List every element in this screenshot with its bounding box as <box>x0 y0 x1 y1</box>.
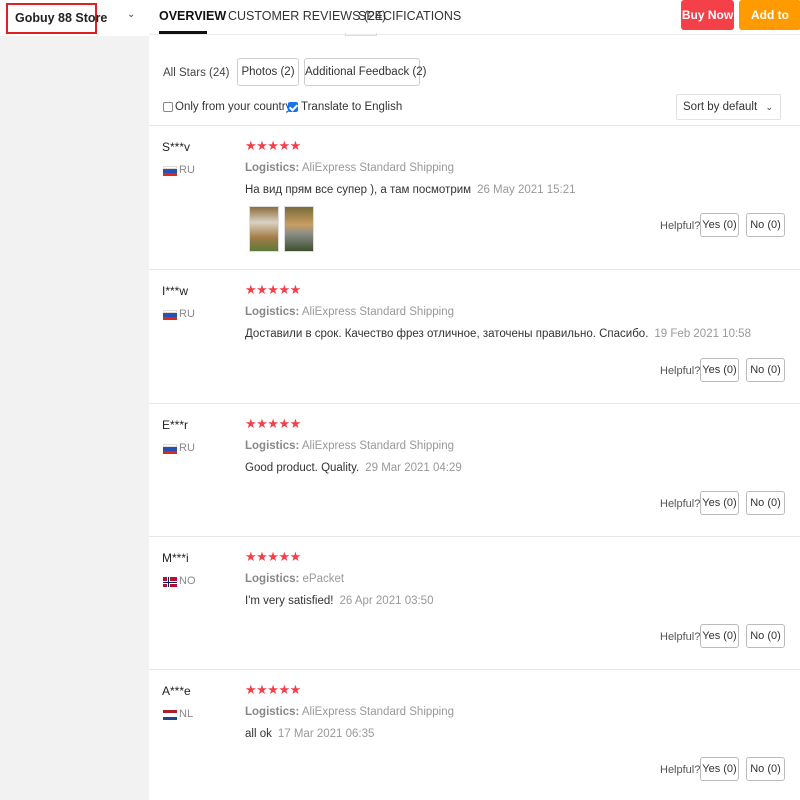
flag-ru-icon <box>163 444 177 454</box>
star-rating: ★★★★★ <box>245 138 301 153</box>
star-rating: ★★★★★ <box>245 682 301 697</box>
review-date: 17 Mar 2021 06:35 <box>277 728 375 740</box>
review-filters: All Stars (24) ⌄ Photos (2) Additional F… <box>149 56 800 88</box>
review-item: M***i NO ★★★★★ Logistics: ePacket I'm ve… <box>149 537 800 670</box>
left-sidebar: Gobuy 88 Store ⌄ <box>0 0 149 800</box>
review-body: Good product. Quality. <box>245 462 360 474</box>
review-text: Good product. Quality. 29 Mar 2021 04:29 <box>245 462 462 474</box>
logistics-label: Logistics: <box>245 162 300 174</box>
helpful-label: Helpful? <box>660 220 701 232</box>
sort-value: Sort by default <box>683 101 758 113</box>
reviewer-country: RU <box>179 442 195 454</box>
logistics-info: Logistics: AliExpress Standard Shipping <box>245 440 454 452</box>
chevron-down-icon: ⌄ <box>765 102 773 112</box>
logistics-label: Logistics: <box>245 573 300 585</box>
helpful-yes-button[interactable]: Yes (0) <box>700 491 739 515</box>
review-photo-thumbnail[interactable] <box>284 206 314 252</box>
review-item: A***e NL ★★★★★ Logistics: AliExpress Sta… <box>149 670 800 800</box>
translate-label[interactable]: Translate to English <box>301 101 402 113</box>
flag-ru-icon <box>163 310 177 320</box>
reviewer-name: E***r <box>162 418 189 432</box>
review-photo-thumbnail[interactable] <box>249 206 279 252</box>
helpful-no-button[interactable]: No (0) <box>746 757 785 781</box>
only-country-label[interactable]: Only from your country <box>175 101 291 113</box>
helpful-label: Helpful? <box>660 631 701 643</box>
review-options: Only from your country Translate to Engl… <box>149 94 800 122</box>
product-tabs-header: OVERVIEW CUSTOMER REVIEWS (24) SPECIFICA… <box>149 0 800 52</box>
reviewer-country: NL <box>179 708 194 720</box>
active-tab-indicator <box>159 31 207 34</box>
logistics-info: Logistics: ePacket <box>245 573 344 585</box>
star-rating: ★★★★★ <box>245 282 301 297</box>
add-to-cart-button[interactable]: Add to Cart <box>739 0 800 52</box>
reviewer-country: RU <box>179 164 195 176</box>
tab-specifications[interactable]: SPECIFICATIONS <box>358 9 461 23</box>
review-text: На вид прям все супер ), а там посмотрим… <box>245 184 576 196</box>
reviewer-name: A***e <box>162 684 191 698</box>
reviewer-country: NO <box>179 575 196 587</box>
review-date: 19 Feb 2021 10:58 <box>654 328 751 340</box>
logistics-value: AliExpress Standard Shipping <box>301 306 455 318</box>
logistics-info: Logistics: AliExpress Standard Shipping <box>245 306 454 318</box>
helpful-label: Helpful? <box>660 365 701 377</box>
helpful-no-button[interactable]: No (0) <box>746 624 785 648</box>
helpful-no-button[interactable]: No (0) <box>746 358 785 382</box>
translate-checkbox[interactable] <box>288 102 298 112</box>
buy-now-button[interactable]: Buy Now <box>681 0 734 30</box>
hidden-element-edge <box>345 33 377 36</box>
all-stars-label: All Stars (24) <box>163 67 230 79</box>
chevron-down-icon[interactable]: ⌄ <box>127 9 135 20</box>
helpful-no-button[interactable]: No (0) <box>746 213 785 237</box>
review-body: На вид прям все супер ), а там посмотрим <box>245 184 472 196</box>
all-stars-filter[interactable]: All Stars (24) ⌄ <box>163 67 244 79</box>
review-date: 26 May 2021 15:21 <box>477 184 576 196</box>
review-item: S***v RU ★★★★★ Logistics: AliExpress Sta… <box>149 126 800 270</box>
review-item: I***w RU ★★★★★ Logistics: AliExpress Sta… <box>149 270 800 404</box>
logistics-label: Logistics: <box>245 706 300 718</box>
logistics-value: ePacket <box>302 573 345 585</box>
only-country-checkbox[interactable] <box>163 102 173 112</box>
review-body: all ok <box>245 728 272 740</box>
helpful-label: Helpful? <box>660 764 701 776</box>
helpful-yes-button[interactable]: Yes (0) <box>700 624 739 648</box>
logistics-info: Logistics: AliExpress Standard Shipping <box>245 162 454 174</box>
tab-overview[interactable]: OVERVIEW <box>159 9 226 23</box>
review-text: all ok 17 Mar 2021 06:35 <box>245 728 374 740</box>
flag-nl-icon <box>163 710 177 720</box>
helpful-yes-button[interactable]: Yes (0) <box>700 358 739 382</box>
star-rating: ★★★★★ <box>245 549 301 564</box>
logistics-label: Logistics: <box>245 440 300 452</box>
reviewer-name: M***i <box>162 551 189 565</box>
logistics-value: AliExpress Standard Shipping <box>301 162 455 174</box>
helpful-yes-button[interactable]: Yes (0) <box>700 213 739 237</box>
sort-dropdown[interactable]: Sort by default ⌄ <box>676 94 781 120</box>
additional-feedback-button[interactable]: Additional Feedback (2) <box>304 58 426 86</box>
logistics-value: AliExpress Standard Shipping <box>301 440 455 452</box>
flag-no-icon <box>163 577 177 587</box>
logistics-info: Logistics: AliExpress Standard Shipping <box>245 706 454 718</box>
store-name[interactable]: Gobuy 88 Store <box>6 3 107 34</box>
helpful-label: Helpful? <box>660 498 701 510</box>
reviewer-name: I***w <box>162 284 189 298</box>
review-body: I'm very satisfied! <box>245 595 334 607</box>
photos-filter-button[interactable]: Photos (2) <box>237 58 299 86</box>
review-item: E***r RU ★★★★★ Logistics: AliExpress Sta… <box>149 404 800 537</box>
review-text: Доставили в срок. Качество фрез отличное… <box>245 328 751 340</box>
star-rating: ★★★★★ <box>245 416 301 431</box>
helpful-yes-button[interactable]: Yes (0) <box>700 757 739 781</box>
logistics-label: Logistics: <box>245 306 300 318</box>
review-body: Доставили в срок. Качество фрез отличное… <box>245 328 649 340</box>
logistics-value: AliExpress Standard Shipping <box>301 706 455 718</box>
review-text: I'm very satisfied! 26 Apr 2021 03:50 <box>245 595 433 607</box>
flag-ru-icon <box>163 166 177 176</box>
reviewer-country: RU <box>179 308 195 320</box>
store-selector[interactable]: Gobuy 88 Store ⌄ <box>0 0 149 36</box>
helpful-no-button[interactable]: No (0) <box>746 491 785 515</box>
review-date: 26 Apr 2021 03:50 <box>339 595 434 607</box>
reviewer-name: S***v <box>162 140 191 154</box>
review-date: 29 Mar 2021 04:29 <box>365 462 462 474</box>
